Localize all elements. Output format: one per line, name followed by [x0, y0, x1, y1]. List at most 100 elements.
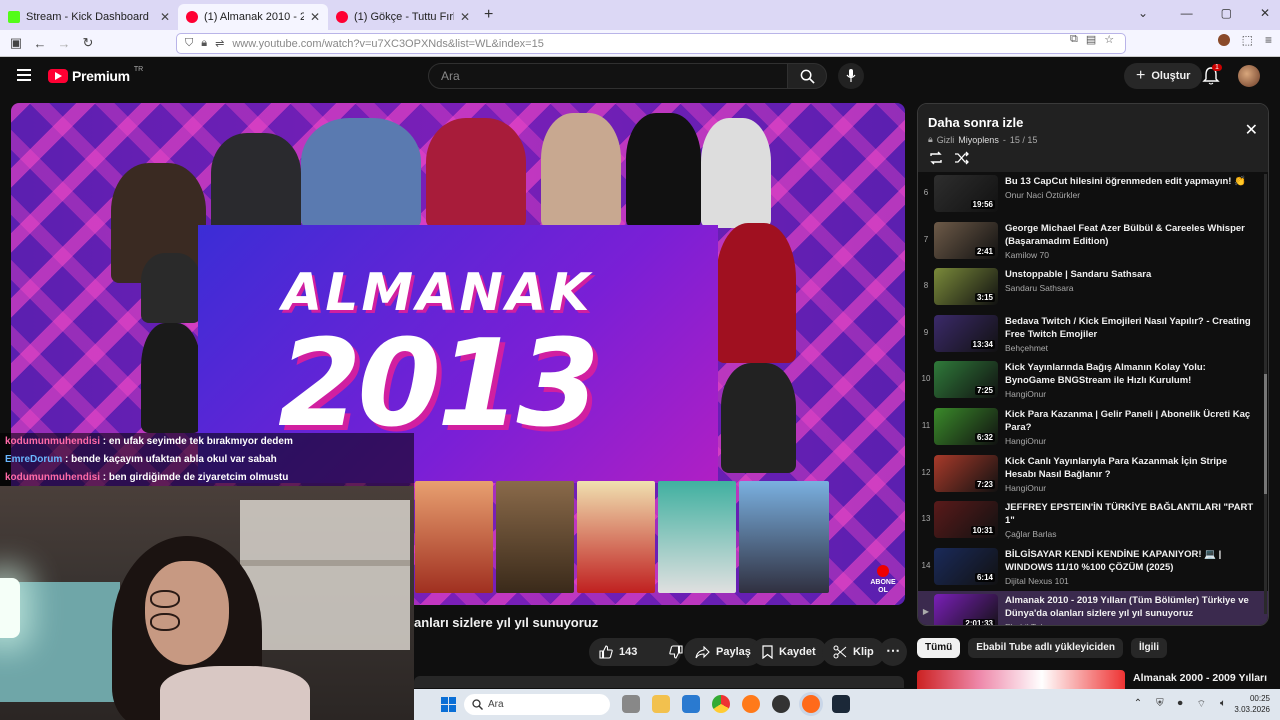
playlist-item[interactable]: 9 13:34 Bedava Twitch / Kick Emojileri Nas…: [918, 312, 1268, 359]
close-tab-icon[interactable]: ✕: [160, 10, 170, 24]
create-label: Oluştur: [1151, 70, 1191, 82]
extensions-icon[interactable]: ⬚: [1242, 33, 1253, 47]
pip-icon[interactable]: ⧉: [1070, 33, 1078, 46]
volume-icon[interactable]: 🔈︎: [1220, 698, 1226, 711]
minimize-icon[interactable]: —: [1181, 6, 1193, 20]
voice-search-button[interactable]: [838, 63, 864, 89]
tab-list-chevron-icon[interactable]: ⌄: [1138, 6, 1148, 20]
account-avatar[interactable]: [1238, 65, 1260, 87]
save-button[interactable]: Kaydet: [751, 638, 827, 666]
playlist-item-title[interactable]: Unstoppable | Sandaru Sathsara: [1005, 268, 1255, 281]
playlist-item[interactable]: 10 7:25 Kick Yayınlarında Bağış Almanın Ko…: [918, 358, 1268, 405]
playlist-item-title[interactable]: Kick Para Kazanma | Gelir Paneli | Abone…: [1005, 408, 1255, 434]
guide-menu-icon[interactable]: [17, 69, 31, 81]
playlist-item-thumbnail[interactable]: 7:25: [934, 361, 998, 399]
description-box[interactable]: [414, 676, 904, 688]
playlist-item-channel: Sandaru Sathsara: [1005, 283, 1074, 294]
playlist-item[interactable]: 11 6:32 Kick Para Kazanma | Gelir Paneli |…: [918, 405, 1268, 452]
playlist-item[interactable]: 8 3:15 Unstoppable | Sandaru Sathsara Sanda…: [918, 265, 1268, 312]
thumbs-up-icon: [599, 645, 613, 659]
chip-uploader[interactable]: Ebabil Tube adlı yükleyiciden: [968, 638, 1123, 658]
security-icon[interactable]: ⛨: [1156, 698, 1164, 711]
reader-icon[interactable]: ▤: [1086, 33, 1096, 46]
close-window-icon[interactable]: ✕: [1260, 6, 1270, 20]
playlist-item[interactable]: 7 2:41 George Michael Feat Azer Bülbül & C…: [918, 219, 1268, 266]
playlist-item-title[interactable]: Bedava Twitch / Kick Emojileri Nasıl Yap…: [1005, 315, 1255, 341]
sidebar-toggle-icon[interactable]: ▣: [4, 35, 28, 51]
shuffle-icon[interactable]: [954, 151, 970, 165]
file-explorer-icon[interactable]: [652, 695, 670, 713]
start-windows-icon[interactable]: [441, 697, 456, 712]
playlist-item-thumbnail[interactable]: 6:14: [934, 547, 998, 585]
profile-icon[interactable]: [1217, 34, 1230, 46]
tab-kick-dashboard[interactable]: Stream - Kick Dashboard ✕: [0, 4, 178, 30]
chrome-icon[interactable]: [712, 695, 730, 713]
poster: [415, 481, 493, 593]
mic-tray-icon[interactable]: ⏺: [1178, 698, 1183, 711]
playlist-owner[interactable]: Miyoplens: [958, 135, 999, 145]
tab-gokce[interactable]: (1) Gökçe - Tuttu Fırlattı (Ters Mevsim)…: [328, 4, 478, 30]
close-playlist-icon[interactable]: ✕: [1245, 120, 1258, 140]
playlist-item-channel: Çağlar Barlas: [1005, 529, 1057, 540]
playlist-item-thumbnail[interactable]: 13:34: [934, 314, 998, 352]
create-button[interactable]: + Oluştur: [1124, 63, 1203, 89]
playlist-item[interactable]: 12 7:23 Kick Canlı Yayınlarıyla Para Kazan…: [918, 452, 1268, 499]
video-duration: 3:15: [974, 293, 995, 303]
playlist-item-thumbnail[interactable]: 7:23: [934, 454, 998, 492]
clip-button[interactable]: Klip: [822, 638, 885, 666]
url-field[interactable]: ⛉ 🔒︎ ⇌ www.youtube.com/watch?v=u7XC3OPXN…: [176, 33, 1126, 54]
search-button[interactable]: [787, 63, 827, 89]
playlist-scrollbar[interactable]: [1264, 174, 1267, 614]
playlist-item-title[interactable]: Bu 13 CapCut hilesini öğrenmeden edit ya…: [1005, 175, 1255, 188]
close-tab-icon[interactable]: ✕: [310, 10, 320, 24]
bookmark-star-icon[interactable]: ☆: [1104, 33, 1114, 46]
playlist-item-title[interactable]: George Michael Feat Azer Bülbül & Careel…: [1005, 222, 1255, 248]
playlist-item-title[interactable]: JEFFREY EPSTEIN'İN TÜRKİYE BAĞLANTILARI …: [1005, 501, 1255, 527]
next-video-title[interactable]: Almanak 2000 - 2009 Yılları: [1133, 672, 1267, 684]
playlist-item-thumbnail[interactable]: 2:41: [934, 221, 998, 259]
reload-icon[interactable]: ↻: [76, 35, 100, 51]
obs-icon[interactable]: [772, 695, 790, 713]
more-actions-button[interactable]: ⋯: [879, 638, 907, 666]
store-icon[interactable]: [682, 695, 700, 713]
firefox-icon[interactable]: [742, 695, 760, 713]
playlist-item-title[interactable]: Kick Yayınlarında Bağış Almanın Kolay Yo…: [1005, 361, 1255, 387]
network-icon[interactable]: ⌔: [1197, 698, 1206, 711]
like-button[interactable]: 143: [589, 638, 647, 666]
playlist-item[interactable]: ▶ 2:01:33 Almanak 2010 - 2019 Yılları (Tüm…: [918, 591, 1268, 625]
playlist-item[interactable]: 14 6:14 BİLGİSAYAR KENDİ KENDİNE KAPANIYOR…: [918, 545, 1268, 592]
forward-icon[interactable]: →: [52, 36, 76, 51]
taskbar-search[interactable]: Ara: [464, 694, 610, 715]
task-view-icon[interactable]: [622, 695, 640, 713]
chip-related[interactable]: İlgili: [1130, 638, 1167, 658]
playlist-item-thumbnail[interactable]: 2:01:33: [934, 594, 998, 625]
loop-icon[interactable]: [928, 151, 944, 165]
playlist-title[interactable]: Daha sonra izle: [928, 115, 1023, 130]
playlist-item[interactable]: 13 10:31 JEFFREY EPSTEIN'İN TÜRKİYE BAĞLAN…: [918, 498, 1268, 545]
youtube-logo[interactable]: Premium TR: [48, 66, 143, 84]
playlist-item-thumbnail[interactable]: 6:32: [934, 407, 998, 445]
tab-almanak[interactable]: (1) Almanak 2010 - 2019 Yılları (Tüm Böl…: [178, 4, 328, 30]
kick-favicon-icon: [8, 11, 20, 23]
chip-all[interactable]: Tümü: [917, 638, 961, 658]
next-video-thumbnail[interactable]: [917, 670, 1125, 690]
playlist-item-title[interactable]: BİLGİSAYAR KENDİ KENDİNE KAPANIYOR! 💻 | …: [1005, 548, 1255, 574]
playlist-item-thumbnail[interactable]: 3:15: [934, 268, 998, 306]
search-input[interactable]: Ara: [428, 63, 788, 89]
back-icon[interactable]: ←: [28, 36, 52, 51]
steam-icon[interactable]: [832, 695, 850, 713]
tray-overflow-icon[interactable]: ⌃: [1134, 698, 1142, 711]
clock[interactable]: 00:25 3.03.2026: [1234, 693, 1270, 715]
playlist-panel: Daha sonra izle 🔒︎ Gizli Miyoplens - 15 …: [917, 103, 1269, 626]
playlist-item-title[interactable]: Kick Canlı Yayınlarıyla Para Kazanmak İç…: [1005, 455, 1255, 481]
menu-icon[interactable]: ≡: [1265, 33, 1272, 47]
maximize-icon[interactable]: ▢: [1221, 6, 1232, 20]
playlist-item-thumbnail[interactable]: 19:56: [934, 175, 998, 212]
playlist-item-thumbnail[interactable]: 10:31: [934, 501, 998, 539]
firefox-active-icon[interactable]: [802, 695, 820, 713]
subscribe-watermark[interactable]: ABONE OL: [869, 565, 897, 595]
new-tab-icon[interactable]: +: [484, 6, 493, 24]
close-tab-icon[interactable]: ✕: [460, 10, 470, 24]
playlist-item[interactable]: 6 19:56 Bu 13 CapCut hilesini öğrenmeden e…: [918, 172, 1268, 219]
playlist-item-title[interactable]: Almanak 2010 - 2019 Yılları (Tüm Bölümle…: [1005, 594, 1255, 620]
